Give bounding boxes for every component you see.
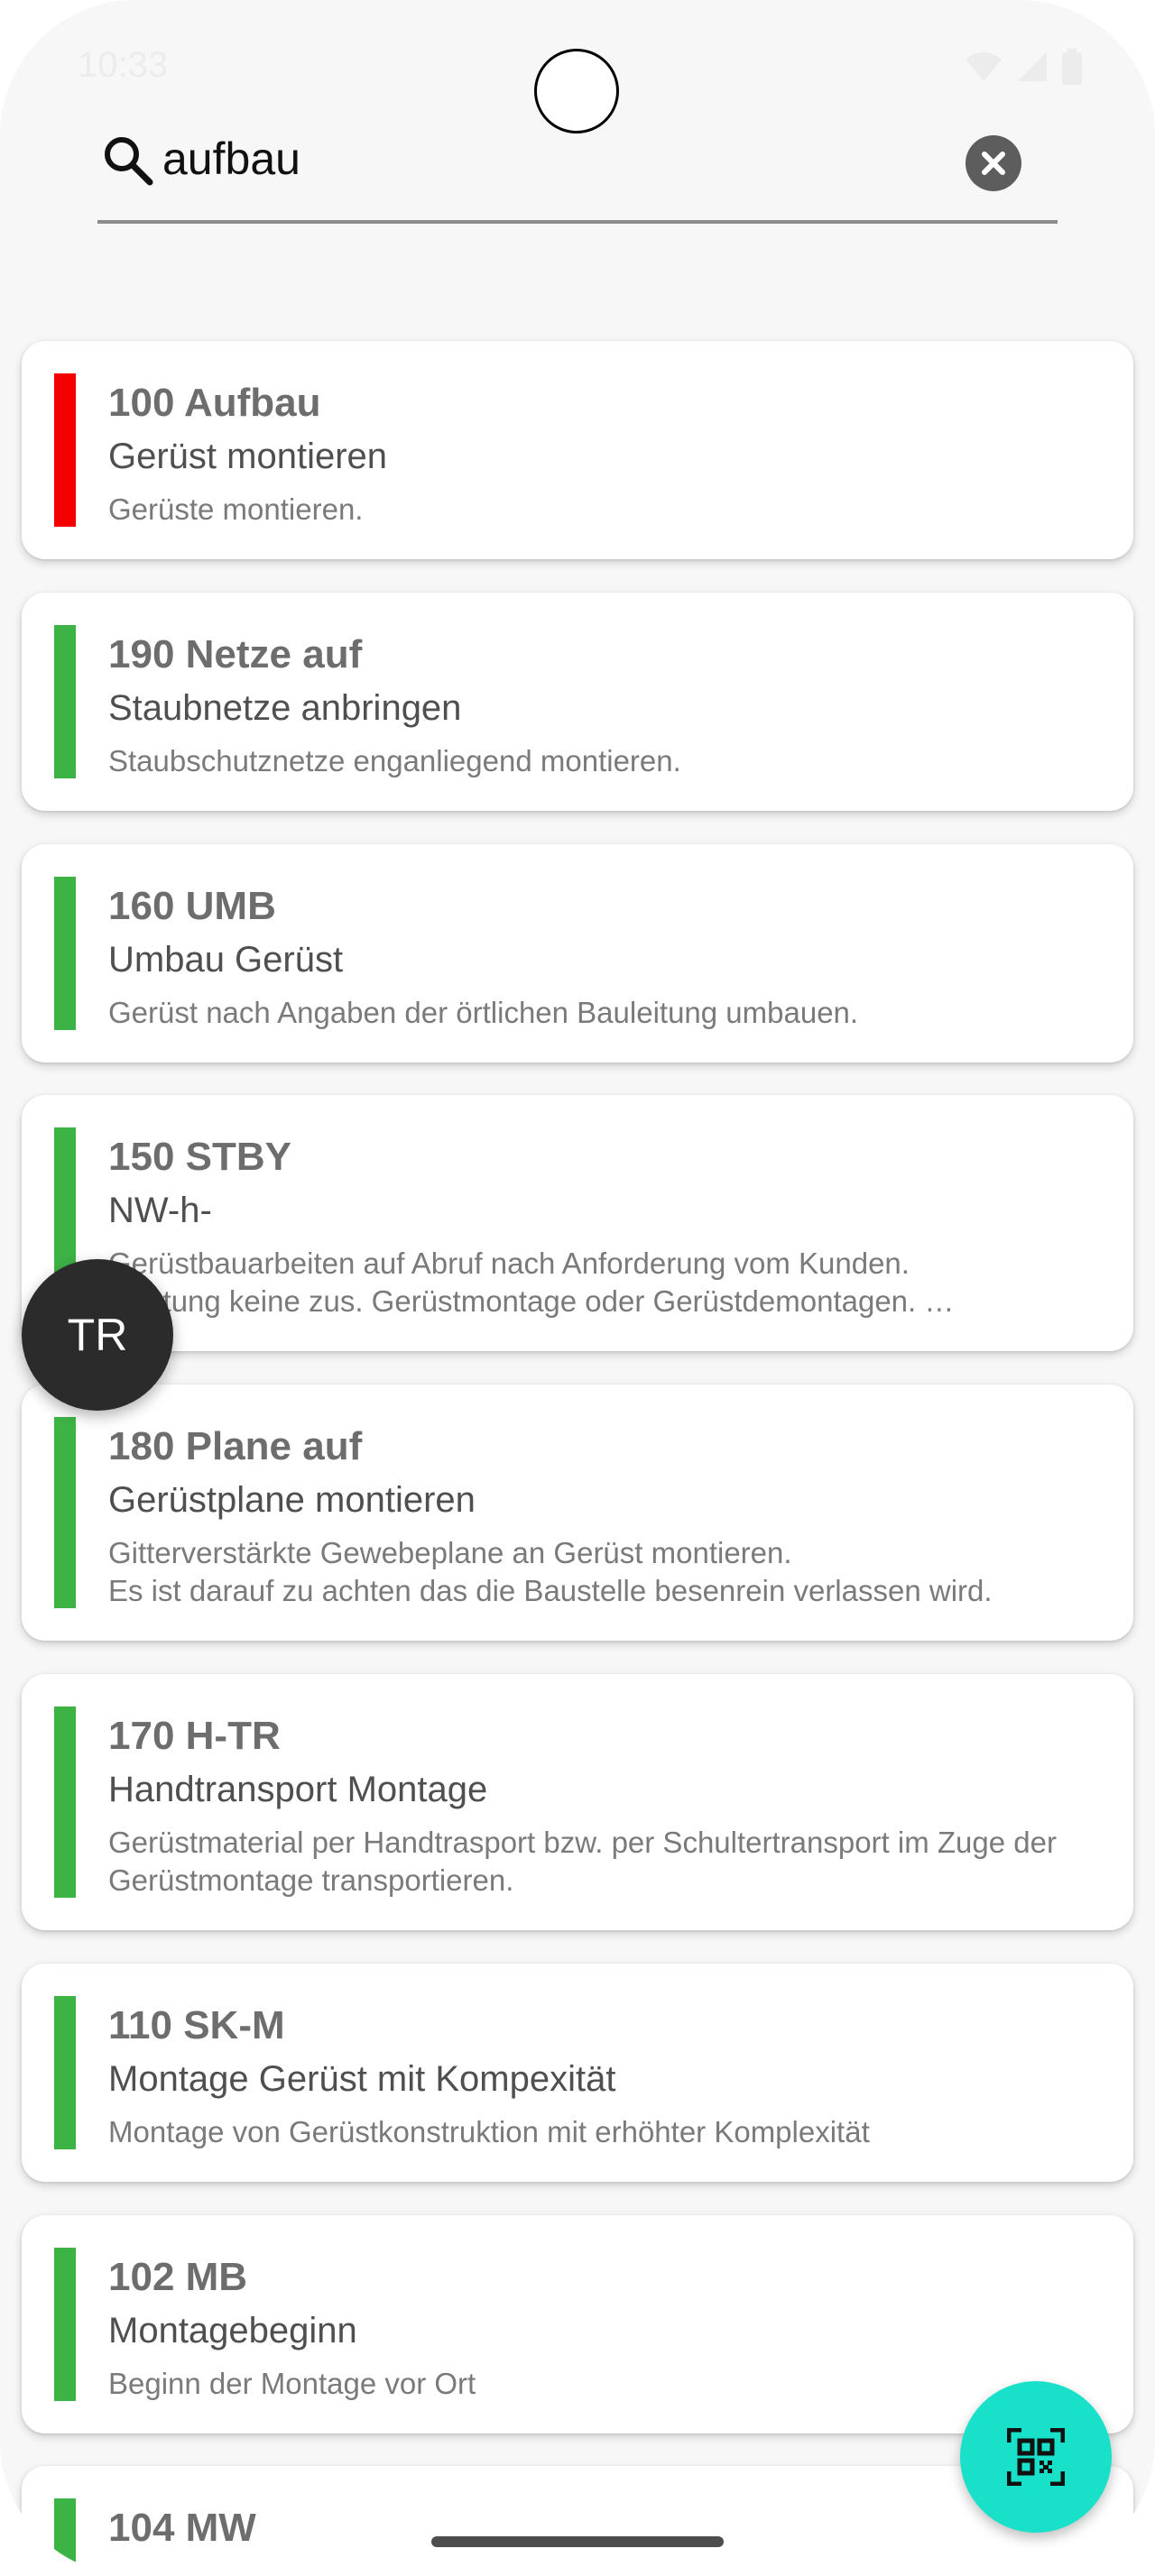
item-title: Staubnetze anbringen	[108, 688, 462, 728]
avatar-initials: TR	[67, 1310, 128, 1360]
search-icon[interactable]	[101, 133, 153, 186]
list-item[interactable]: 190 Netze auf Staubnetze anbringen Staub…	[22, 593, 1133, 811]
item-title: Gerüst montieren	[108, 437, 388, 476]
item-description: Montage von Gerüstkonstruktion mit erhöh…	[108, 2115, 870, 2148]
item-code: 150 STBY	[108, 1135, 291, 1179]
battery-icon	[1062, 49, 1082, 85]
item-title: Umbau Gerüst	[108, 940, 344, 980]
clear-icon[interactable]	[966, 135, 1021, 191]
phone-screen: 10:33 aufbau 100 Aufbau Gerüst montieren…	[0, 0, 1155, 2576]
list-item[interactable]: 102 MB Montagebeginn Beginn der Montage …	[22, 2215, 1133, 2433]
list-item[interactable]: 160 UMB Umbau Gerüst Gerüst nach Angaben…	[22, 844, 1133, 1063]
list-item[interactable]: 170 H-TR Handtransport Montage Gerüstmat…	[22, 1674, 1133, 1930]
status-indicator	[54, 1707, 76, 1898]
status-indicator	[54, 1417, 76, 1608]
status-indicator	[54, 2498, 76, 2576]
status-indicator	[54, 1996, 76, 2149]
item-description: Gerüste montieren.	[108, 492, 364, 526]
avatar[interactable]: TR	[22, 1259, 173, 1411]
scan-qr-button[interactable]	[960, 2381, 1112, 2533]
search-bar	[97, 117, 1058, 224]
signal-icon	[1018, 52, 1047, 81]
wifi-icon	[966, 52, 1002, 81]
item-code: 170 H-TR	[108, 1714, 281, 1758]
item-code: 104 MW	[108, 2506, 256, 2550]
item-title: Handtransport Montage	[108, 1770, 488, 1809]
list-item[interactable]: 180 Plane auf Gerüstplane montieren Gitt…	[22, 1385, 1133, 1641]
qr-scan-icon	[1007, 2428, 1065, 2486]
item-description: Gitterverstärkte Gewebeplane an Gerüst m…	[108, 1536, 993, 1607]
item-description: Beginn der Montage vor Ort	[108, 2367, 476, 2400]
item-description: Gerüst nach Angaben der örtlichen Baulei…	[108, 996, 859, 1029]
list-item[interactable]: 110 SK-M Montage Gerüst mit Kompexität M…	[22, 1964, 1133, 2182]
item-code: 102 MB	[108, 2255, 248, 2299]
status-indicator	[54, 625, 76, 778]
item-code: 160 UMB	[108, 884, 276, 928]
status-indicator	[54, 877, 76, 1030]
status-time: 10:33	[78, 45, 169, 85]
item-description: Gerüstmaterial per Handtrasport bzw. per…	[108, 1826, 1057, 1897]
list-item[interactable]: 100 Aufbau Gerüst montieren Gerüste mont…	[22, 341, 1133, 559]
item-code: 190 Netze auf	[108, 632, 363, 676]
item-title: NW-h-	[108, 1191, 212, 1230]
item-code: 110 SK-M	[108, 2003, 285, 2047]
home-indicator[interactable]	[431, 2536, 724, 2547]
status-icons	[964, 49, 1083, 85]
item-title: Montage Gerüst mit Kompexität	[108, 2059, 616, 2099]
item-title: Montagebeginn	[108, 2311, 357, 2351]
item-description: Gerüstbauarbeiten auf Abruf nach Anforde…	[108, 1247, 955, 1318]
item-code: 180 Plane auf	[108, 1424, 363, 1468]
list-item[interactable]: 150 STBY NW-h- Gerüstbauarbeiten auf Abr…	[22, 1095, 1133, 1351]
status-indicator	[54, 373, 76, 527]
search-input[interactable]	[162, 130, 975, 188]
item-title: Gerüstplane montieren	[108, 1480, 476, 1520]
item-code: 100 Aufbau	[108, 381, 321, 425]
status-indicator	[54, 2248, 76, 2401]
item-description: Staubschutznetze enganliegend montieren.	[108, 744, 681, 777]
